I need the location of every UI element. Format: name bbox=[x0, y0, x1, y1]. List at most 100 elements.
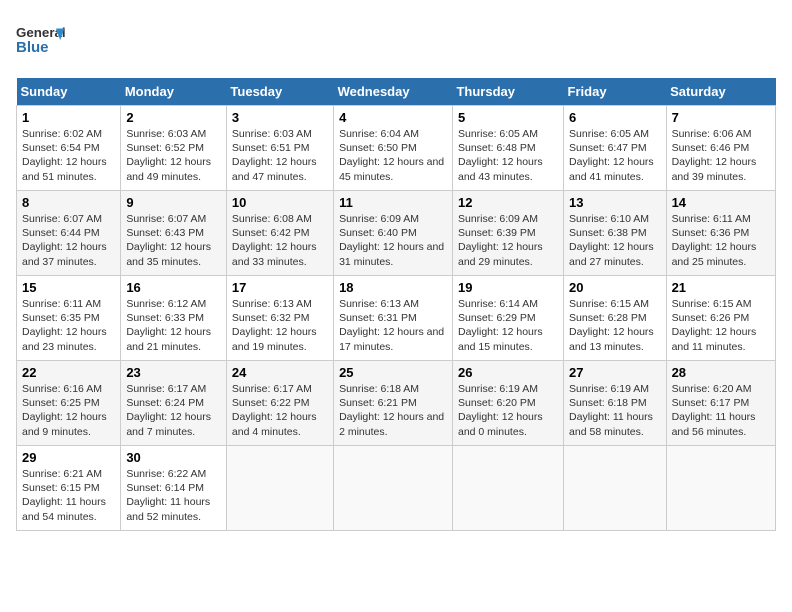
weekday-header: Sunday bbox=[17, 78, 121, 106]
weekday-header: Tuesday bbox=[226, 78, 333, 106]
calendar-week-row: 29 Sunrise: 6:21 AMSunset: 6:15 PMDayligh… bbox=[17, 446, 776, 531]
calendar-cell: 22 Sunrise: 6:16 AMSunset: 6:25 PMDayligh… bbox=[17, 361, 121, 446]
day-detail: Sunrise: 6:21 AMSunset: 6:15 PMDaylight:… bbox=[22, 467, 115, 524]
day-number: 20 bbox=[569, 280, 661, 295]
day-detail: Sunrise: 6:15 AMSunset: 6:26 PMDaylight:… bbox=[672, 297, 770, 354]
day-number: 11 bbox=[339, 195, 447, 210]
day-detail: Sunrise: 6:13 AMSunset: 6:31 PMDaylight:… bbox=[339, 297, 447, 354]
calendar-cell: 11 Sunrise: 6:09 AMSunset: 6:40 PMDayligh… bbox=[334, 191, 453, 276]
calendar-week-row: 8Sunrise: 6:07 AMSunset: 6:44 PMDaylight… bbox=[17, 191, 776, 276]
logo-svg: General Blue bbox=[16, 16, 66, 66]
calendar-cell: 1 Sunrise: 6:02 AMSunset: 6:54 PMDaylight… bbox=[17, 106, 121, 191]
calendar-cell: 7 Sunrise: 6:06 AMSunset: 6:46 PMDaylight… bbox=[666, 106, 775, 191]
day-number: 21 bbox=[672, 280, 770, 295]
day-number: 26 bbox=[458, 365, 558, 380]
calendar-cell: 17 Sunrise: 6:13 AMSunset: 6:32 PMDayligh… bbox=[226, 276, 333, 361]
calendar-cell: 15 Sunrise: 6:11 AMSunset: 6:35 PMDayligh… bbox=[17, 276, 121, 361]
day-detail: Sunrise: 6:11 AMSunset: 6:35 PMDaylight:… bbox=[22, 297, 115, 354]
day-number: 29 bbox=[22, 450, 115, 465]
svg-text:Blue: Blue bbox=[16, 39, 49, 56]
day-number: 4 bbox=[339, 110, 447, 125]
weekday-header: Saturday bbox=[666, 78, 775, 106]
calendar-cell: 29 Sunrise: 6:21 AMSunset: 6:15 PMDayligh… bbox=[17, 446, 121, 531]
calendar-cell: 10 Sunrise: 6:08 AMSunset: 6:42 PMDayligh… bbox=[226, 191, 333, 276]
calendar-table: SundayMondayTuesdayWednesdayThursdayFrid… bbox=[16, 78, 776, 531]
calendar-cell: 19Sunrise: 6:14 AMSunset: 6:29 PMDayligh… bbox=[452, 276, 563, 361]
day-detail: Sunrise: 6:06 AMSunset: 6:46 PMDaylight:… bbox=[672, 127, 770, 184]
calendar-cell: 24 Sunrise: 6:17 AMSunset: 6:22 PMDayligh… bbox=[226, 361, 333, 446]
calendar-cell bbox=[452, 446, 563, 531]
day-number: 24 bbox=[232, 365, 328, 380]
day-number: 28 bbox=[672, 365, 770, 380]
day-number: 5 bbox=[458, 110, 558, 125]
calendar-cell: 27 Sunrise: 6:19 AMSunset: 6:18 PMDayligh… bbox=[564, 361, 667, 446]
day-detail: Sunrise: 6:16 AMSunset: 6:25 PMDaylight:… bbox=[22, 382, 115, 439]
calendar-cell: 14 Sunrise: 6:11 AMSunset: 6:36 PMDayligh… bbox=[666, 191, 775, 276]
day-detail: Sunrise: 6:08 AMSunset: 6:42 PMDaylight:… bbox=[232, 212, 328, 269]
page-header: General Blue bbox=[16, 16, 776, 66]
calendar-cell: 9 Sunrise: 6:07 AMSunset: 6:43 PMDaylight… bbox=[121, 191, 227, 276]
calendar-week-row: 1 Sunrise: 6:02 AMSunset: 6:54 PMDaylight… bbox=[17, 106, 776, 191]
day-detail: Sunrise: 6:03 AMSunset: 6:51 PMDaylight:… bbox=[232, 127, 328, 184]
day-detail: Sunrise: 6:18 AMSunset: 6:21 PMDaylight:… bbox=[339, 382, 447, 439]
day-detail: Sunrise: 6:19 AMSunset: 6:18 PMDaylight:… bbox=[569, 382, 661, 439]
calendar-week-row: 22 Sunrise: 6:16 AMSunset: 6:25 PMDayligh… bbox=[17, 361, 776, 446]
day-number: 15 bbox=[22, 280, 115, 295]
calendar-cell: 23Sunrise: 6:17 AMSunset: 6:24 PMDayligh… bbox=[121, 361, 227, 446]
calendar-cell: 30 Sunrise: 6:22 AMSunset: 6:14 PMDayligh… bbox=[121, 446, 227, 531]
calendar-cell: 16 Sunrise: 6:12 AMSunset: 6:33 PMDayligh… bbox=[121, 276, 227, 361]
day-number: 12 bbox=[458, 195, 558, 210]
day-number: 10 bbox=[232, 195, 328, 210]
day-detail: Sunrise: 6:02 AMSunset: 6:54 PMDaylight:… bbox=[22, 127, 115, 184]
day-detail: Sunrise: 6:12 AMSunset: 6:33 PMDaylight:… bbox=[126, 297, 221, 354]
weekday-header-row: SundayMondayTuesdayWednesdayThursdayFrid… bbox=[17, 78, 776, 106]
calendar-cell: 18 Sunrise: 6:13 AMSunset: 6:31 PMDayligh… bbox=[334, 276, 453, 361]
day-detail: Sunrise: 6:17 AMSunset: 6:22 PMDaylight:… bbox=[232, 382, 328, 439]
calendar-cell: 21 Sunrise: 6:15 AMSunset: 6:26 PMDayligh… bbox=[666, 276, 775, 361]
day-detail: Sunrise: 6:13 AMSunset: 6:32 PMDaylight:… bbox=[232, 297, 328, 354]
day-number: 1 bbox=[22, 110, 115, 125]
weekday-header: Monday bbox=[121, 78, 227, 106]
day-number: 14 bbox=[672, 195, 770, 210]
day-detail: Sunrise: 6:04 AMSunset: 6:50 PMDaylight:… bbox=[339, 127, 447, 184]
day-number: 9 bbox=[126, 195, 221, 210]
calendar-cell: 4 Sunrise: 6:04 AMSunset: 6:50 PMDaylight… bbox=[334, 106, 453, 191]
day-number: 2 bbox=[126, 110, 221, 125]
day-number: 23 bbox=[126, 365, 221, 380]
calendar-cell bbox=[226, 446, 333, 531]
calendar-cell: 20 Sunrise: 6:15 AMSunset: 6:28 PMDayligh… bbox=[564, 276, 667, 361]
day-detail: Sunrise: 6:03 AMSunset: 6:52 PMDaylight:… bbox=[126, 127, 221, 184]
calendar-cell: 28 Sunrise: 6:20 AMSunset: 6:17 PMDayligh… bbox=[666, 361, 775, 446]
day-detail: Sunrise: 6:05 AMSunset: 6:48 PMDaylight:… bbox=[458, 127, 558, 184]
calendar-week-row: 15 Sunrise: 6:11 AMSunset: 6:35 PMDayligh… bbox=[17, 276, 776, 361]
weekday-header: Friday bbox=[564, 78, 667, 106]
day-detail: Sunrise: 6:07 AMSunset: 6:43 PMDaylight:… bbox=[126, 212, 221, 269]
calendar-cell: 26 Sunrise: 6:19 AMSunset: 6:20 PMDayligh… bbox=[452, 361, 563, 446]
day-detail: Sunrise: 6:15 AMSunset: 6:28 PMDaylight:… bbox=[569, 297, 661, 354]
day-detail: Sunrise: 6:19 AMSunset: 6:20 PMDaylight:… bbox=[458, 382, 558, 439]
day-number: 7 bbox=[672, 110, 770, 125]
day-number: 19 bbox=[458, 280, 558, 295]
day-detail: Sunrise: 6:07 AMSunset: 6:44 PMDaylight:… bbox=[22, 212, 115, 269]
calendar-cell bbox=[334, 446, 453, 531]
day-number: 3 bbox=[232, 110, 328, 125]
day-detail: Sunrise: 6:20 AMSunset: 6:17 PMDaylight:… bbox=[672, 382, 770, 439]
day-number: 18 bbox=[339, 280, 447, 295]
logo: General Blue bbox=[16, 16, 66, 66]
weekday-header: Thursday bbox=[452, 78, 563, 106]
day-detail: Sunrise: 6:09 AMSunset: 6:40 PMDaylight:… bbox=[339, 212, 447, 269]
day-detail: Sunrise: 6:22 AMSunset: 6:14 PMDaylight:… bbox=[126, 467, 221, 524]
day-detail: Sunrise: 6:05 AMSunset: 6:47 PMDaylight:… bbox=[569, 127, 661, 184]
day-number: 13 bbox=[569, 195, 661, 210]
day-detail: Sunrise: 6:11 AMSunset: 6:36 PMDaylight:… bbox=[672, 212, 770, 269]
day-number: 22 bbox=[22, 365, 115, 380]
calendar-cell bbox=[564, 446, 667, 531]
day-number: 30 bbox=[126, 450, 221, 465]
day-number: 16 bbox=[126, 280, 221, 295]
day-number: 17 bbox=[232, 280, 328, 295]
calendar-cell: 12Sunrise: 6:09 AMSunset: 6:39 PMDayligh… bbox=[452, 191, 563, 276]
calendar-cell: 2 Sunrise: 6:03 AMSunset: 6:52 PMDaylight… bbox=[121, 106, 227, 191]
day-number: 27 bbox=[569, 365, 661, 380]
day-detail: Sunrise: 6:10 AMSunset: 6:38 PMDaylight:… bbox=[569, 212, 661, 269]
day-number: 6 bbox=[569, 110, 661, 125]
